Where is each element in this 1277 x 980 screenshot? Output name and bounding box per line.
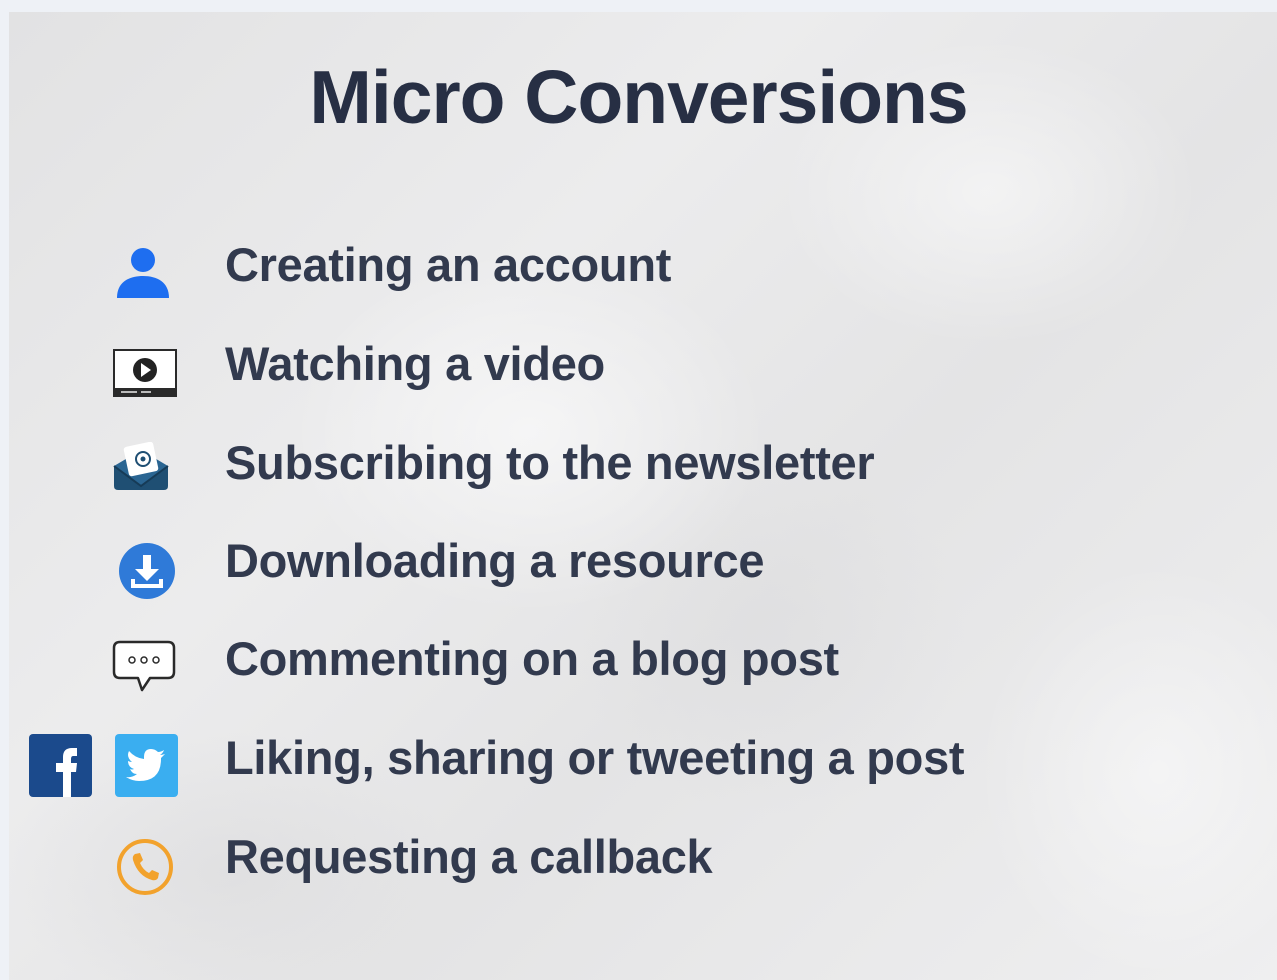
list-item-liking-sharing: Liking, sharing or tweeting a post xyxy=(0,731,1277,811)
item-label: Downloading a resource xyxy=(225,534,765,587)
twitter-icon xyxy=(115,734,178,797)
item-label: Subscribing to the newsletter xyxy=(225,436,875,489)
list-item-commenting-blog: Commenting on a blog post xyxy=(0,632,1277,712)
comment-icon xyxy=(112,640,176,692)
newsletter-icon xyxy=(113,442,169,490)
download-icon xyxy=(119,543,175,599)
phone-icon xyxy=(117,839,173,895)
list-item-watching-video: Watching a video xyxy=(0,337,1277,417)
item-label: Commenting on a blog post xyxy=(225,632,839,685)
video-icon xyxy=(113,349,177,397)
item-label: Requesting a callback xyxy=(225,830,713,883)
facebook-icon xyxy=(29,734,92,797)
list-item-requesting-callback: Requesting a callback xyxy=(0,830,1277,910)
list-item-downloading-resource: Downloading a resource xyxy=(0,534,1277,614)
item-label: Creating an account xyxy=(225,238,672,291)
item-label: Liking, sharing or tweeting a post xyxy=(225,731,965,784)
item-label: Watching a video xyxy=(225,337,605,390)
user-icon xyxy=(117,248,169,298)
micro-conversions-list: Creating an account Watching a video Sub… xyxy=(0,0,1277,980)
list-item-creating-account: Creating an account xyxy=(0,238,1277,318)
list-item-subscribing-newsletter: Subscribing to the newsletter xyxy=(0,436,1277,516)
